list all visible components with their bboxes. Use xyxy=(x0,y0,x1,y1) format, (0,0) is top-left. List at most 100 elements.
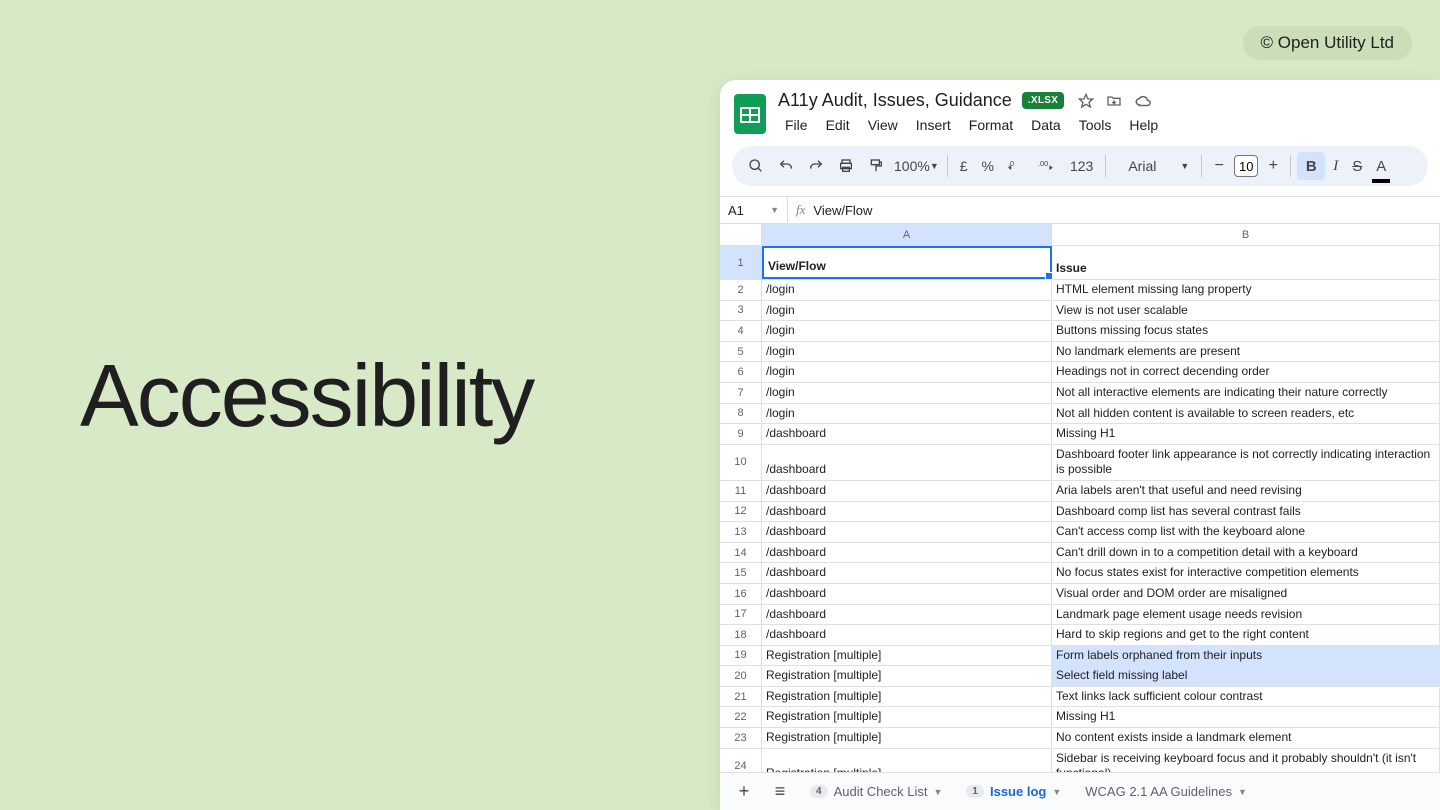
cell[interactable]: Select field missing label xyxy=(1052,666,1440,686)
row-header[interactable]: 6 xyxy=(720,362,762,382)
select-all-corner[interactable] xyxy=(720,224,762,245)
menu-tools[interactable]: Tools xyxy=(1072,113,1119,137)
column-header-b[interactable]: B xyxy=(1052,224,1440,245)
increase-decimal-icon[interactable]: .00 xyxy=(1032,153,1062,179)
cell[interactable]: Not all hidden content is available to s… xyxy=(1052,404,1440,424)
cell[interactable]: Hard to skip regions and get to the righ… xyxy=(1052,625,1440,645)
number-format-button[interactable]: 123 xyxy=(1064,152,1099,180)
cell[interactable]: HTML element missing lang property xyxy=(1052,280,1440,300)
cell[interactable]: Sidebar is receiving keyboard focus and … xyxy=(1052,749,1440,772)
sheet-tab[interactable]: 1Issue log▼ xyxy=(956,778,1071,805)
row-header[interactable]: 16 xyxy=(720,584,762,604)
fontsize-input[interactable] xyxy=(1234,155,1258,177)
cell[interactable]: Registration [multiple] xyxy=(762,707,1052,727)
row-header[interactable]: 9 xyxy=(720,424,762,444)
cell[interactable]: /login xyxy=(762,362,1052,382)
document-title[interactable]: A11y Audit, Issues, Guidance xyxy=(778,90,1012,111)
row-header[interactable]: 4 xyxy=(720,321,762,341)
redo-icon[interactable] xyxy=(802,152,830,180)
cell[interactable]: Registration [multiple] xyxy=(762,749,1052,772)
cell[interactable]: Dashboard footer link appearance is not … xyxy=(1052,445,1440,480)
cell[interactable]: View is not user scalable xyxy=(1052,301,1440,321)
cell[interactable]: Dashboard comp list has several contrast… xyxy=(1052,502,1440,522)
row-header[interactable]: 8 xyxy=(720,404,762,424)
cell[interactable]: Visual order and DOM order are misaligne… xyxy=(1052,584,1440,604)
cell[interactable]: Headings not in correct decending order xyxy=(1052,362,1440,382)
row-header[interactable]: 12 xyxy=(720,502,762,522)
decrease-decimal-icon[interactable]: .0 xyxy=(1002,153,1030,179)
add-sheet-button[interactable]: + xyxy=(728,776,760,808)
menu-file[interactable]: File xyxy=(778,113,815,137)
print-icon[interactable] xyxy=(832,152,860,180)
search-icon[interactable] xyxy=(742,152,770,180)
cloud-icon[interactable] xyxy=(1134,94,1152,108)
undo-icon[interactable] xyxy=(772,152,800,180)
italic-button[interactable]: I xyxy=(1327,152,1344,181)
currency-button[interactable]: £ xyxy=(954,152,974,180)
cell[interactable]: /dashboard xyxy=(762,563,1052,583)
row-header[interactable]: 14 xyxy=(720,543,762,563)
cell[interactable]: /login xyxy=(762,383,1052,403)
cell[interactable]: Registration [multiple] xyxy=(762,646,1052,666)
cell[interactable]: Landmark page element usage needs revisi… xyxy=(1052,605,1440,625)
row-header[interactable]: 13 xyxy=(720,522,762,542)
row-header[interactable]: 17 xyxy=(720,605,762,625)
font-dropdown-caret-icon[interactable]: ▼ xyxy=(1174,155,1195,177)
cell[interactable]: Missing H1 xyxy=(1052,424,1440,444)
percent-button[interactable]: % xyxy=(976,152,1000,180)
chevron-down-icon[interactable]: ▼ xyxy=(934,787,943,797)
menu-help[interactable]: Help xyxy=(1122,113,1165,137)
row-header[interactable]: 11 xyxy=(720,481,762,501)
cell[interactable]: Can't access comp list with the keyboard… xyxy=(1052,522,1440,542)
cell[interactable]: Form labels orphaned from their inputs xyxy=(1052,646,1440,666)
cell[interactable]: /dashboard xyxy=(762,522,1052,542)
cell[interactable]: Can't drill down in to a competition det… xyxy=(1052,543,1440,563)
cell[interactable]: Registration [multiple] xyxy=(762,728,1052,748)
cell[interactable]: Registration [multiple] xyxy=(762,666,1052,686)
zoom-dropdown[interactable]: 100% ▼ xyxy=(892,158,941,174)
cell[interactable]: /dashboard xyxy=(762,481,1052,501)
cell[interactable]: /dashboard xyxy=(762,584,1052,604)
row-header[interactable]: 21 xyxy=(720,687,762,707)
text-color-button[interactable]: A xyxy=(1370,152,1392,181)
sheet-tab[interactable]: 4Audit Check List▼ xyxy=(800,778,952,805)
cell[interactable]: No focus states exist for interactive co… xyxy=(1052,563,1440,583)
cell[interactable]: Registration [multiple] xyxy=(762,687,1052,707)
font-dropdown[interactable]: Arial xyxy=(1112,158,1172,174)
bold-button[interactable]: B xyxy=(1297,152,1325,180)
paint-format-icon[interactable] xyxy=(862,152,890,180)
cell[interactable]: Missing H1 xyxy=(1052,707,1440,727)
cell[interactable]: No content exists inside a landmark elem… xyxy=(1052,728,1440,748)
cell-reference[interactable]: A1▼ xyxy=(720,197,788,223)
cell[interactable]: /dashboard xyxy=(762,605,1052,625)
decrease-fontsize-button[interactable]: − xyxy=(1208,155,1230,177)
row-header[interactable]: 10 xyxy=(720,445,762,480)
row-header[interactable]: 18 xyxy=(720,625,762,645)
cell[interactable]: /dashboard xyxy=(762,625,1052,645)
all-sheets-icon[interactable]: ≡ xyxy=(764,776,796,808)
menu-data[interactable]: Data xyxy=(1024,113,1068,137)
chevron-down-icon[interactable]: ▼ xyxy=(1238,787,1247,797)
cell[interactable]: /login xyxy=(762,404,1052,424)
menu-insert[interactable]: Insert xyxy=(909,113,958,137)
cell[interactable]: Buttons missing focus states xyxy=(1052,321,1440,341)
cell[interactable]: Text links lack sufficient colour contra… xyxy=(1052,687,1440,707)
chevron-down-icon[interactable]: ▼ xyxy=(1052,787,1061,797)
row-header[interactable]: 20 xyxy=(720,666,762,686)
menu-edit[interactable]: Edit xyxy=(819,113,857,137)
cell[interactable]: /dashboard xyxy=(762,543,1052,563)
row-header[interactable]: 24 xyxy=(720,749,762,772)
cell[interactable]: /login xyxy=(762,280,1052,300)
row-header[interactable]: 5 xyxy=(720,342,762,362)
cell[interactable]: /dashboard xyxy=(762,424,1052,444)
cell[interactable]: Aria labels aren't that useful and need … xyxy=(1052,481,1440,501)
cell[interactable]: /dashboard xyxy=(762,445,1052,480)
menu-view[interactable]: View xyxy=(861,113,905,137)
menu-format[interactable]: Format xyxy=(962,113,1020,137)
sheet-tab[interactable]: WCAG 2.1 AA Guidelines▼ xyxy=(1075,778,1257,805)
strikethrough-button[interactable]: S xyxy=(1346,152,1368,181)
row-header[interactable]: 7 xyxy=(720,383,762,403)
sheets-logo-icon[interactable] xyxy=(732,90,768,138)
cell[interactable]: Issue xyxy=(1052,246,1440,279)
row-header[interactable]: 15 xyxy=(720,563,762,583)
